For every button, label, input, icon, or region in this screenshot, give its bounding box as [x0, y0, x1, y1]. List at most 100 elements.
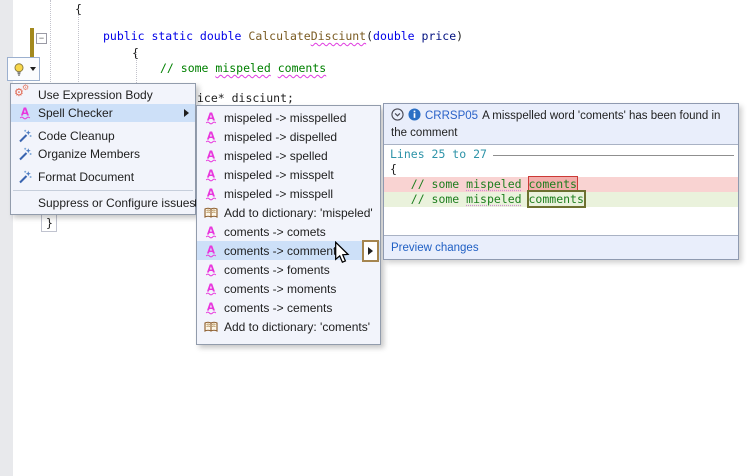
- param-name: price: [415, 29, 457, 43]
- open-brace: {: [75, 2, 82, 16]
- dictionary-book-icon: [202, 205, 219, 220]
- method-name: Calculate: [248, 29, 310, 43]
- menu-item-label: Code Cleanup: [38, 129, 115, 143]
- submenu-item-label: coments -> cements: [224, 301, 332, 315]
- submenu-item-label: coments -> foments: [224, 263, 330, 277]
- collapse-chevron-icon[interactable]: [391, 108, 404, 126]
- submenu-item[interactable]: Amispeled -> misspelled: [197, 108, 380, 127]
- submenu-item[interactable]: Add to dictionary: 'coments': [197, 317, 380, 336]
- misspelled-word: coments: [278, 61, 326, 75]
- submenu-item[interactable]: Acoments -> foments: [197, 260, 380, 279]
- gears-icon: ⚙⚙: [16, 88, 33, 103]
- comment-text: [522, 177, 529, 191]
- submenu-item[interactable]: Acoments -> comets: [197, 222, 380, 241]
- spell-checker-icon: A: [202, 129, 219, 144]
- fix-options-expander-button[interactable]: [362, 240, 379, 262]
- statement-text: ice* disciunt;: [197, 91, 294, 105]
- indent-guide: [78, 14, 79, 84]
- submenu-item[interactable]: Amispeled -> misspelt: [197, 165, 380, 184]
- submenu-item-label: mispeled -> dispelled: [224, 130, 337, 144]
- menu-item-label: Use Expression Body: [38, 88, 153, 102]
- diff-preview: Lines 25 to 27 { // some mispeled coment…: [384, 145, 738, 207]
- submenu-item-label: mispeled -> misspelt: [224, 168, 334, 182]
- quick-actions-lightbulb-button[interactable]: [7, 57, 40, 81]
- spell-checker-submenu: Amispeled -> misspelledAmispeled -> disp…: [196, 105, 381, 345]
- diff-removed-line: // some mispeled coments: [384, 177, 738, 192]
- misspelled-word: mispeled: [466, 177, 521, 191]
- lines-range-label: Lines 25 to 27: [390, 147, 487, 162]
- paren: ): [456, 29, 463, 43]
- code-line: {: [75, 2, 82, 16]
- submenu-item-label: coments -> comments: [224, 244, 342, 258]
- spell-checker-icon: A: [202, 167, 219, 182]
- comment-text: // some: [160, 61, 215, 75]
- paren: (: [366, 29, 373, 43]
- code-line: }: [46, 216, 53, 230]
- spell-checker-icon: A: [202, 186, 219, 201]
- chevron-down-icon: [30, 67, 36, 71]
- menu-item-code-cleanup[interactable]: Code Cleanup: [11, 127, 195, 145]
- arrow-right-icon: [368, 247, 373, 255]
- submenu-item[interactable]: Add to dictionary: 'mispeled': [197, 203, 380, 222]
- menu-item-spell-checker[interactable]: A Spell Checker: [11, 104, 195, 122]
- comment-text: [522, 192, 529, 206]
- open-brace: {: [132, 46, 139, 60]
- spell-checker-icon: A: [202, 262, 219, 277]
- submenu-item-label: mispeled -> misspelled: [224, 111, 346, 125]
- method-name-misspelled: Disciunt: [311, 29, 366, 43]
- panel-footer: Preview changes: [384, 235, 738, 259]
- preview-changes-link[interactable]: Preview changes: [391, 242, 479, 254]
- info-icon: [408, 108, 421, 126]
- submenu-item[interactable]: Amispeled -> dispelled: [197, 127, 380, 146]
- submenu-item[interactable]: Acoments -> cements: [197, 298, 380, 317]
- menu-separator: [13, 190, 193, 191]
- menu-item-label: Format Document: [38, 170, 134, 184]
- code-line-signature: public static double CalculateDisciunt(d…: [103, 29, 463, 43]
- submenu-item-label: Add to dictionary: 'mispeled': [224, 206, 373, 220]
- spell-checker-icon: A: [202, 300, 219, 315]
- spell-checker-icon: A: [202, 243, 219, 258]
- diff-context-line: {: [384, 162, 738, 177]
- close-brace: }: [46, 216, 53, 230]
- diagnostic-header: CRRSP05A misspelled word 'coments' has b…: [384, 104, 738, 145]
- menu-item-organize-members[interactable]: Organize Members: [11, 145, 195, 163]
- spell-checker-icon: A: [16, 106, 33, 121]
- wand-icon: [16, 129, 33, 144]
- submenu-item[interactable]: Amispeled -> misspell: [197, 184, 380, 203]
- submenu-item-label: Add to dictionary: 'coments': [224, 320, 370, 334]
- horizontal-rule: [493, 155, 734, 156]
- wand-icon: [16, 147, 33, 162]
- menu-item-label: Suppress or Configure issues: [38, 196, 195, 210]
- fix-preview-panel: CRRSP05A misspelled word 'coments' has b…: [383, 103, 739, 260]
- submenu-item[interactable]: Acoments -> comments: [197, 241, 380, 260]
- menu-item-format-document[interactable]: Format Document: [11, 168, 195, 186]
- diagnostic-id-link[interactable]: CRRSP05: [425, 110, 478, 122]
- spell-checker-icon: A: [202, 110, 219, 125]
- submenu-item-label: mispeled -> misspell: [224, 187, 333, 201]
- spell-checker-icon: A: [202, 148, 219, 163]
- mouse-cursor: [334, 241, 350, 270]
- menu-item-label: Organize Members: [38, 147, 140, 161]
- submenu-arrow-icon: [184, 109, 189, 117]
- no-icon: [16, 196, 33, 211]
- code-fold-toggle[interactable]: −: [36, 33, 47, 44]
- indent-guide: [50, 0, 51, 84]
- menu-item-label: Spell Checker: [38, 106, 113, 120]
- comment-text: [271, 61, 278, 75]
- menu-item-suppress-or-configure[interactable]: Suppress or Configure issues: [11, 194, 195, 212]
- keywords: public static double: [103, 29, 248, 43]
- spell-checker-icon: A: [202, 281, 219, 296]
- misspelled-word: mispeled: [466, 192, 521, 206]
- comment-text: // some: [390, 192, 466, 206]
- submenu-item-label: coments -> moments: [224, 282, 336, 296]
- dictionary-book-icon: [202, 319, 219, 334]
- code-line-comment: // some mispeled coments: [160, 61, 326, 75]
- quick-actions-menu: ⚙⚙ Use Expression Body A Spell Checker C…: [10, 83, 196, 215]
- comment-text: // some: [390, 177, 466, 191]
- code-line: {: [132, 46, 139, 60]
- code-line-partial: ice* disciunt;: [197, 91, 294, 105]
- submenu-item[interactable]: Acoments -> moments: [197, 279, 380, 298]
- submenu-item[interactable]: Amispeled -> spelled: [197, 146, 380, 165]
- spell-checker-icon: A: [202, 224, 219, 239]
- menu-item-use-expression-body[interactable]: ⚙⚙ Use Expression Body: [11, 86, 195, 104]
